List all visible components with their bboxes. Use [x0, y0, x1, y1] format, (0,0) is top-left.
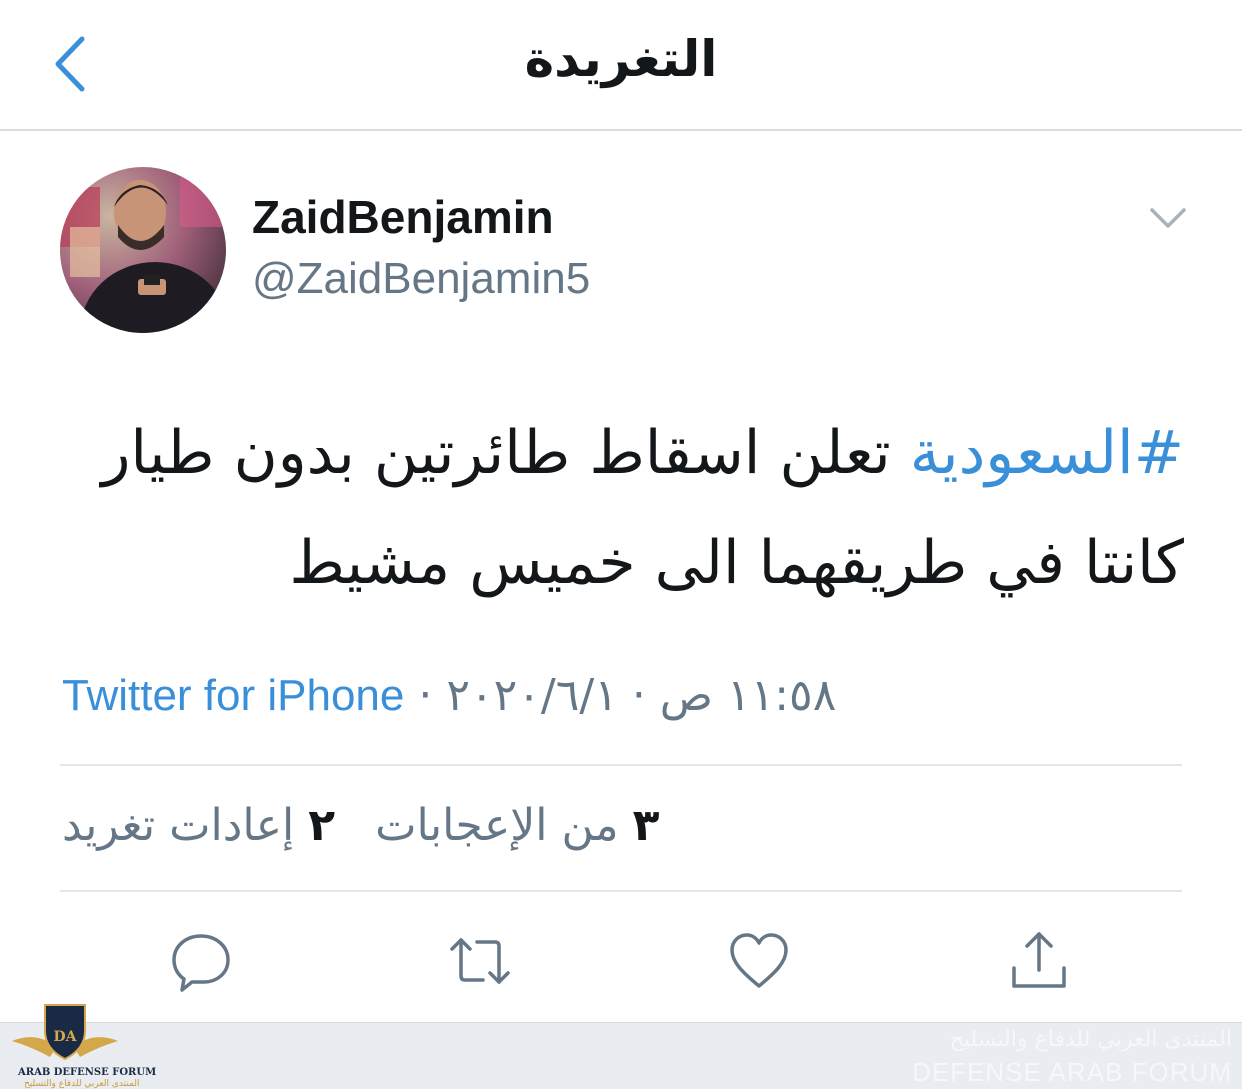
display-name[interactable]: ZaidBenjamin — [252, 190, 554, 244]
watermark-text-english: DEFENSE ARAB FORUM — [912, 1057, 1232, 1087]
heart-icon — [730, 933, 788, 988]
retweets-stat[interactable]: ٢ إعادات تغريد — [62, 800, 335, 851]
retweet-icon — [450, 938, 510, 984]
nav-header: التغريدة — [0, 0, 1242, 131]
hashtag-link[interactable]: #السعودية — [910, 418, 1184, 488]
retweets-count: ٢ — [308, 800, 336, 851]
tweet-stats: ٢ إعادات تغريد ٣ من الإعجابات — [62, 800, 659, 851]
divider — [60, 890, 1182, 892]
chevron-down-icon — [1150, 208, 1186, 228]
avatar-photo — [60, 167, 226, 333]
forum-name-arabic: المنتدى العربي للدفاع والتسليح — [24, 1079, 140, 1089]
likes-label: من الإعجابات — [375, 800, 619, 851]
watermark-footer: DA ARAB DEFENSE FORUM المنتدى العربي للد… — [0, 1004, 1242, 1089]
avatar[interactable] — [60, 167, 226, 333]
share-button[interactable] — [1008, 930, 1070, 992]
reply-icon — [172, 934, 230, 992]
tweet-source-link[interactable]: Twitter for iPhone — [62, 671, 404, 721]
watermark-text-arabic: المنتدى العربي للدفاع والتسليح — [949, 1027, 1232, 1052]
likes-count: ٣ — [632, 800, 660, 851]
meta-separator: · — [418, 670, 433, 721]
forum-name: ARAB DEFENSE FORUM — [18, 1067, 157, 1078]
tweet-timestamp: ١١:٥٨ ص · ٢٠٢٠/٦/١ — [446, 670, 837, 721]
like-button[interactable] — [728, 930, 790, 992]
svg-text:DA: DA — [53, 1029, 77, 1045]
page-title: التغريدة — [524, 30, 718, 88]
share-icon — [1012, 932, 1066, 988]
retweet-button[interactable] — [449, 930, 511, 992]
user-handle[interactable]: @ZaidBenjamin5 — [252, 254, 590, 304]
divider — [60, 764, 1182, 766]
likes-stat[interactable]: ٣ من الإعجابات — [375, 800, 659, 851]
tweet-text: #السعودية تعلن اسقاط طائرتين بدون طيار ك… — [60, 398, 1184, 618]
tweet-menu-button[interactable] — [1146, 200, 1190, 236]
retweets-label: إعادات تغريد — [62, 800, 295, 851]
tweet-meta: Twitter for iPhone · ١١:٥٨ ص · ٢٠٢٠/٦/١ — [62, 670, 836, 721]
tweet-detail-screen: التغريدة ZaidBenjamin @ZaidBenjamin5 #ال… — [0, 0, 1242, 1089]
reply-button[interactable] — [170, 930, 232, 992]
